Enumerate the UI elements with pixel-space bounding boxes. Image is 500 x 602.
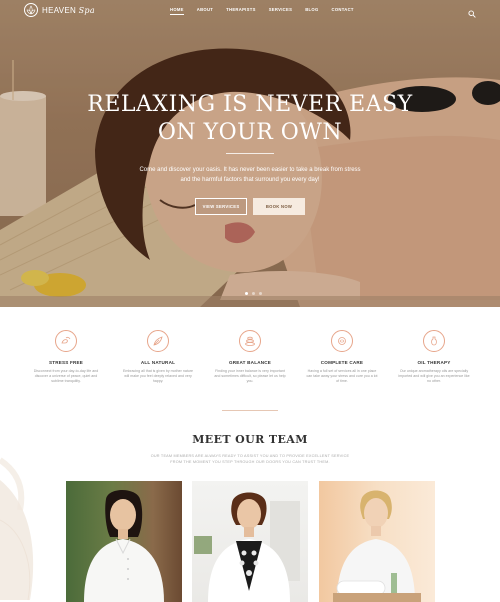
view-services-button[interactable]: VIEW SERVICES: [195, 198, 247, 215]
feature-title: GREAT BALANCE: [228, 360, 272, 365]
feature-title: COMPLETE CARE: [320, 360, 364, 365]
team-member-card[interactable]: [319, 481, 435, 602]
feature-title: OIL THERAPY: [417, 360, 451, 365]
feature-complete-care: COMPLETE CARE Having a full set of servi…: [306, 325, 378, 385]
feature-stress-free: STRESS FREE Disconnect from your day-to-…: [30, 325, 102, 385]
team-member-photo: [194, 492, 300, 602]
feature-title: ALL NATURAL: [140, 360, 176, 365]
hero-subtitle: Come and discover your oasis. It has nev…: [139, 167, 361, 183]
logo[interactable]: HEAVEN Spa: [24, 3, 95, 17]
nav-therapists[interactable]: THERAPISTS: [226, 7, 256, 12]
hero-slider: HEAVEN Spa HOME ABOUT THERAPISTS SERVICE…: [0, 0, 500, 307]
slider-dot[interactable]: [252, 292, 255, 295]
all-natural-icon: [147, 330, 169, 352]
hero-divider: [226, 153, 274, 154]
logo-text: HEAVEN Spa: [42, 6, 95, 15]
feature-text: Having a full set of services all in one…: [306, 369, 378, 384]
stress-free-icon: [55, 330, 77, 352]
features-row: STRESS FREE Disconnect from your day-to-…: [30, 325, 470, 385]
main-menu: HOME ABOUT THERAPISTS SERVICES BLOG CONT…: [170, 7, 367, 15]
top-nav: HEAVEN Spa HOME ABOUT THERAPISTS SERVICE…: [0, 0, 500, 22]
logo-script: Spa: [78, 5, 95, 15]
team-title: MEET OUR TEAM: [192, 433, 308, 446]
feature-text: Finding your inner balance is very impor…: [214, 369, 286, 384]
team-member-photo: [333, 490, 421, 602]
hero-title: RELAXING IS NEVER EASY ON YOUR OWN: [0, 91, 500, 147]
book-now-button[interactable]: BOOK NOW: [253, 198, 305, 215]
slider-dot[interactable]: [259, 292, 262, 295]
feature-great-balance: GREAT BALANCE Finding your inner balance…: [214, 325, 286, 385]
search-icon[interactable]: [468, 5, 476, 18]
nav-home[interactable]: HOME: [170, 7, 184, 15]
team-subtitle-line2: FROM THE MOMENT YOU STEP THROUGH OUR DOO…: [170, 460, 330, 464]
lotus-icon: [24, 3, 38, 17]
great-balance-icon: [239, 330, 261, 352]
nav-contact[interactable]: CONTACT: [332, 7, 354, 12]
oil-therapy-icon: [423, 330, 445, 352]
team-member-card[interactable]: [192, 481, 308, 602]
team-subtitle: OUR TEAM MEMBERS ARE ALWAYS READY TO ASS…: [150, 453, 350, 465]
nav-services[interactable]: SERVICES: [269, 7, 293, 12]
team-member-photo: [84, 490, 164, 602]
hero-title-line1: RELAXING IS NEVER EASY: [87, 92, 413, 117]
feature-text: Our unique aromatherapy oils are special…: [398, 369, 470, 384]
feature-text: Embracing all that is given by mother na…: [122, 369, 194, 384]
feature-all-natural: ALL NATURAL Embracing all that is given …: [122, 325, 194, 385]
team-member-card[interactable]: [66, 481, 182, 602]
nav-about[interactable]: ABOUT: [197, 7, 213, 12]
complete-care-icon: [331, 330, 353, 352]
logo-name: HEAVEN: [42, 5, 77, 15]
nav-blog[interactable]: BLOG: [305, 7, 318, 12]
feature-oil-therapy: OIL THERAPY Our unique aromatherapy oils…: [398, 325, 470, 385]
feature-title: STRESS FREE: [48, 360, 84, 365]
slider-dot[interactable]: [245, 292, 248, 295]
feature-text: Disconnect from your day-to-day life and…: [33, 369, 99, 384]
leaf-decoration: [0, 457, 34, 601]
section-divider: [222, 410, 278, 411]
hero-title-line2: ON YOUR OWN: [157, 120, 343, 145]
slider-dots: [243, 292, 264, 295]
